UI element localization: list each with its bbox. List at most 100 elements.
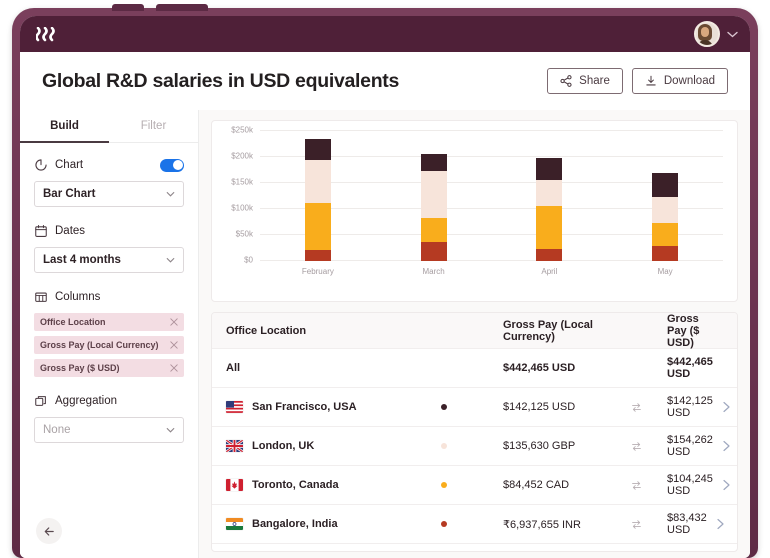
stacked-bar[interactable] [536,157,563,261]
data-table: Office Location Gross Pay (Local Currenc… [211,312,738,552]
series-color-dot [441,521,447,527]
bar-segment[interactable] [304,250,331,261]
table-row[interactable]: San Francisco, USA $142,125 USD $142,125 U… [212,388,737,427]
download-button[interactable]: Download [631,68,728,94]
chart-type-value: Bar Chart [43,188,96,200]
bar-segment[interactable] [304,138,331,161]
close-icon[interactable] [170,318,178,326]
bar-segment[interactable] [652,173,679,198]
row-local-pay: $142,125 USD [503,401,576,413]
bar-group[interactable]: February [296,138,340,276]
chevron-right-icon[interactable] [716,518,725,530]
device-hardware-buttons [112,4,262,12]
account-menu[interactable] [694,21,738,47]
bar-segment[interactable] [420,171,447,219]
chart-type-select[interactable]: Bar Chart [34,181,184,207]
share-icon [560,75,572,87]
chevron-right-icon[interactable] [722,440,731,452]
arrow-left-icon [44,526,54,536]
column-chip-gross-pay-usd[interactable]: Gross Pay ($ USD) [34,359,184,377]
screen: Global R&D salaries in USD equivalents S… [20,16,750,558]
chevron-down-icon [166,427,175,433]
stacked-bar[interactable] [652,173,679,261]
row-location: London, UK [252,440,315,452]
chip-label: Gross Pay ($ USD) [40,363,120,373]
chart-pie-icon [35,159,47,171]
x-axis-label: May [657,267,673,276]
share-button[interactable]: Share [547,68,623,94]
chart-card: $0 $50k $100k $150k $200k $250k February March A… [211,120,738,302]
bar-segment[interactable] [536,249,563,261]
column-chip-gross-pay-local[interactable]: Gross Pay (Local Currency) [34,336,184,354]
bar-group[interactable]: March [412,154,456,276]
swap-icon[interactable] [631,519,642,530]
download-label: Download [663,75,715,87]
user-avatar[interactable] [694,21,720,47]
column-chip-office-location[interactable]: Office Location [34,313,184,331]
aggregation-select[interactable]: None [34,417,184,443]
stacked-bar[interactable] [420,154,447,261]
app-top-bar [20,16,750,52]
bar-segment[interactable] [652,222,679,247]
series-color-dot [441,482,447,488]
chart-group: Chart Bar Chart [34,157,184,207]
aggregation-group-label: Aggregation [55,395,118,407]
swap-icon[interactable] [631,480,642,491]
chevron-right-icon[interactable] [722,401,731,413]
bar-chart: $0 $50k $100k $150k $200k $250k February March A… [231,126,723,279]
back-button[interactable] [36,518,62,544]
aggregation-group-header: Aggregation [34,393,184,409]
close-icon[interactable] [170,341,178,349]
row-usd-pay: $104,245 USD [667,473,713,497]
row-location: San Francisco, USA [252,401,357,413]
bar-segment[interactable] [420,242,447,261]
table-row[interactable]: Bangalore, India ₹6,937,655 INR $83,432 US… [212,505,737,544]
tab-build[interactable]: Build [20,110,109,143]
bar-segment[interactable] [536,157,563,181]
series-color-dot [441,443,447,449]
page-title: Global R&D salaries in USD equivalents [42,69,400,92]
swap-icon[interactable] [631,441,642,452]
total-usd: $442,465 USD [667,356,713,380]
x-axis-label: April [541,267,558,276]
bar-segment[interactable] [304,160,331,204]
bar-segment[interactable] [536,180,563,207]
bar-segment[interactable] [652,246,679,261]
dates-range-value: Last 4 months [43,254,121,266]
column-header-local: Gross Pay (Local Currency) [503,318,593,343]
close-icon[interactable] [170,364,178,372]
remote-logo-icon[interactable] [36,25,58,43]
bar-segment[interactable] [304,203,331,251]
layers-icon [35,396,46,406]
chevron-right-icon[interactable] [722,479,731,491]
row-usd-pay: $83,432 USD [667,512,707,536]
table-total-row: All $442,465 USD $442,465 USD [212,349,737,388]
swap-icon[interactable] [631,402,642,413]
tab-filter[interactable]: Filter [109,110,198,142]
bar-segment[interactable] [420,154,447,172]
share-label: Share [579,75,610,87]
dates-group-header: Dates [34,223,184,239]
row-local-pay: ₹6,937,655 INR [503,518,581,531]
stacked-bar[interactable] [304,138,331,261]
dates-range-select[interactable]: Last 4 months [34,247,184,273]
table-header-row: Office Location Gross Pay (Local Currenc… [212,313,737,349]
chevron-down-icon[interactable] [727,31,738,38]
y-axis-tick: $0 [244,255,253,265]
bar-segment[interactable] [420,218,447,243]
bar-group[interactable]: April [527,157,571,276]
bar-segment[interactable] [536,206,563,250]
chip-label: Office Location [40,317,106,327]
bar-group[interactable]: May [643,173,687,276]
aggregation-group: Aggregation None [34,393,184,443]
chart-toggle[interactable] [160,158,184,172]
uk-flag [226,440,243,452]
y-axis-tick: $200k [231,151,253,161]
table-row[interactable]: Toronto, Canada $84,452 CAD $104,245 USD [212,466,737,505]
total-label: All [226,362,241,374]
header-actions: Share Download [547,68,728,94]
columns-group-label: Columns [55,291,101,303]
download-icon [646,75,656,86]
table-row[interactable]: London, UK $135,630 GBP $154,262 USD [212,427,737,466]
bar-segment[interactable] [652,197,679,223]
